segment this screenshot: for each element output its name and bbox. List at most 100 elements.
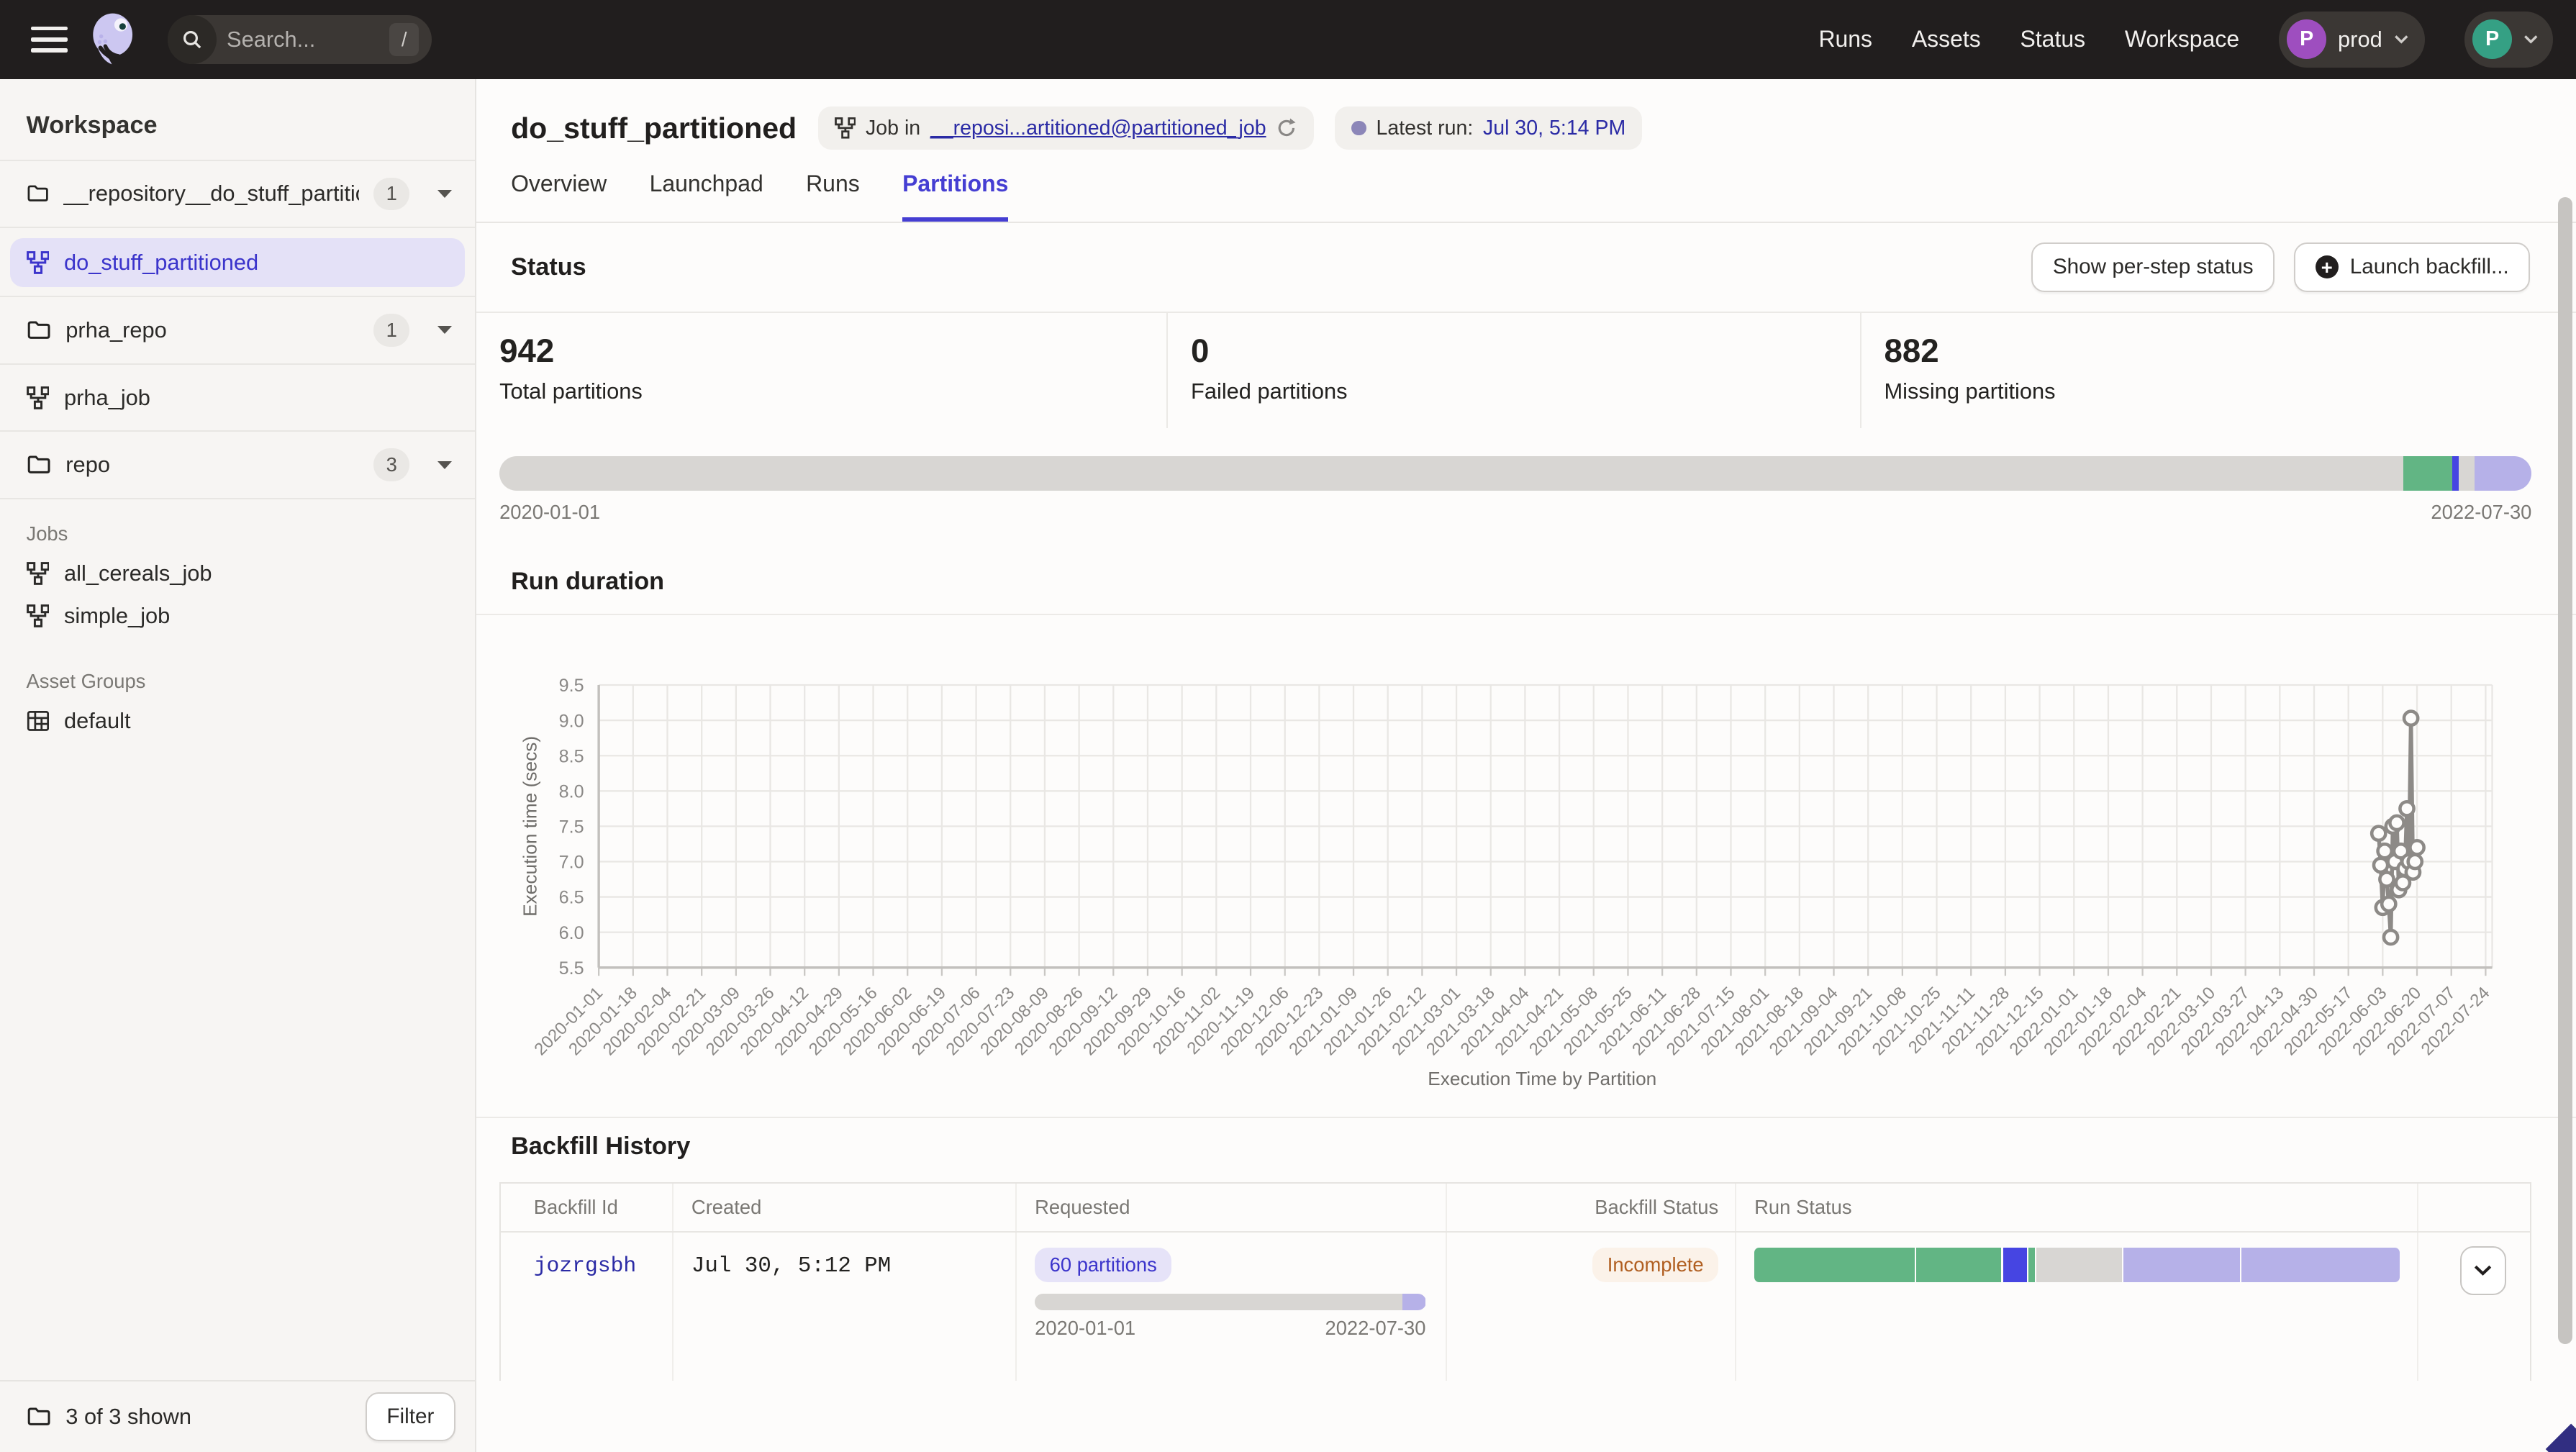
caret-down-icon[interactable]	[437, 461, 452, 469]
partition-range-start: 2020-01-01	[499, 501, 600, 524]
backfill-id-link[interactable]: jozrgsbh	[534, 1253, 636, 1278]
repo-count-badge: 3	[373, 448, 409, 481]
asset-group-name: default	[64, 708, 131, 734]
asset-groups-section-label: Asset Groups	[0, 637, 475, 700]
latest-run-time-link[interactable]: Jul 30, 5:14 PM	[1483, 117, 1625, 140]
backfill-history-heading: Backfill History	[511, 1133, 2576, 1161]
job-tabs: Overview Launchpad Runs Partitions	[476, 171, 2576, 222]
svg-text:6.0: 6.0	[559, 923, 584, 943]
main-content: do_stuff_partitioned Job in __reposi...a…	[476, 79, 2576, 1452]
status-header-row: Status Show per-step status +Launch back…	[499, 242, 2530, 291]
caret-down-icon[interactable]	[437, 326, 452, 334]
sidebar-item-prha-job[interactable]: prha_job	[0, 363, 475, 431]
job-name: simple_job	[64, 603, 170, 629]
partition-stats: 942 Total partitions 0 Failed partitions…	[476, 312, 2576, 428]
job-icon	[27, 562, 50, 585]
page-scrollbar[interactable]	[2558, 197, 2573, 1344]
repo-name: prha_repo	[65, 317, 166, 343]
col-backfill-status: Backfill Status	[1447, 1184, 1736, 1231]
search-input[interactable]	[227, 27, 368, 53]
backfill-status-badge: Incomplete	[1592, 1248, 1718, 1282]
table-row: jozrgsbh Jul 30, 5:12 PM 60 partitions 2…	[501, 1233, 2530, 1380]
chevron-down-icon	[2474, 1265, 2492, 1276]
svg-text:7.0: 7.0	[559, 853, 584, 873]
requested-partitions-badge[interactable]: 60 partitions	[1035, 1248, 1171, 1282]
partition-status-bar[interactable]	[499, 456, 2531, 491]
tab-overview[interactable]: Overview	[511, 171, 607, 221]
sidebar-item-repo[interactable]: repo 3	[0, 430, 475, 498]
nav-workspace[interactable]: Workspace	[2125, 26, 2239, 53]
folder-icon	[27, 318, 51, 342]
svg-text:Execution time (secs): Execution time (secs)	[519, 736, 540, 917]
col-requested: Requested	[1017, 1184, 1447, 1231]
sidebar-item-repository[interactable]: __repository__do_stuff_partitio... 1	[0, 160, 475, 227]
col-run-status: Run Status	[1736, 1184, 2418, 1231]
backfill-history-table: Backfill Id Created Requested Backfill S…	[499, 1182, 2531, 1381]
svg-text:8.0: 8.0	[559, 782, 584, 802]
deployment-name: prod	[2338, 27, 2382, 53]
repo-count-badge: 1	[373, 178, 409, 211]
chevron-down-icon	[2523, 35, 2539, 45]
stat-missing-partitions: 882 Missing partitions	[1860, 313, 2576, 428]
sidebar-item-do-stuff-partitioned[interactable]: do_stuff_partitioned	[10, 238, 466, 287]
nav-runs[interactable]: Runs	[1818, 26, 1872, 53]
page-title: do_stuff_partitioned	[511, 112, 797, 145]
sidebar-footer: 3 of 3 shown Filter	[0, 1380, 475, 1452]
global-search[interactable]: /	[168, 15, 432, 64]
folder-icon	[27, 1405, 51, 1429]
run-status-bar[interactable]	[1754, 1248, 2400, 1282]
stat-value: 0	[1191, 332, 1860, 370]
col-actions	[2418, 1184, 2531, 1231]
job-icon	[27, 604, 50, 627]
svg-text:5.5: 5.5	[559, 958, 584, 979]
stat-total-partitions: 942 Total partitions	[476, 313, 1166, 428]
tab-partitions[interactable]: Partitions	[902, 171, 1008, 221]
expand-row-button[interactable]	[2460, 1246, 2506, 1295]
requested-range-end: 2022-07-30	[1325, 1317, 1425, 1340]
sidebar-item-default-asset-group[interactable]: default	[0, 700, 475, 743]
stat-value: 882	[1885, 332, 2576, 370]
stat-label: Missing partitions	[1885, 378, 2576, 404]
repo-name: repo	[65, 452, 110, 478]
chevron-down-icon	[2394, 35, 2409, 45]
search-icon	[168, 15, 217, 64]
tab-launchpad[interactable]: Launchpad	[650, 171, 763, 221]
sidebar-item-all-cereals-job[interactable]: all_cereals_job	[0, 552, 475, 594]
sidebar-item-prha-repo[interactable]: prha_repo 1	[0, 296, 475, 363]
latest-run-label: Latest run:	[1377, 117, 1474, 140]
svg-text:6.5: 6.5	[559, 888, 584, 908]
nav-assets[interactable]: Assets	[1912, 26, 1981, 53]
user-menu[interactable]: P	[2464, 12, 2553, 68]
menu-icon[interactable]	[31, 27, 67, 53]
deployment-switcher[interactable]: P prod	[2279, 12, 2425, 68]
dagster-logo-icon[interactable]	[86, 10, 142, 69]
filter-button[interactable]: Filter	[366, 1392, 455, 1441]
svg-text:9.5: 9.5	[559, 676, 584, 696]
caret-down-icon[interactable]	[437, 190, 452, 198]
job-name: prha_job	[64, 385, 150, 411]
refresh-icon[interactable]	[1276, 117, 1297, 139]
requested-progress-bar	[1035, 1294, 1425, 1310]
job-origin-link[interactable]: __reposi...artitioned@partitioned_job	[930, 117, 1266, 140]
job-origin-tag: Job in __reposi...artitioned@partitioned…	[818, 106, 1314, 149]
job-icon	[27, 251, 50, 274]
nav-status[interactable]: Status	[2020, 26, 2085, 53]
status-heading: Status	[511, 253, 586, 281]
sidebar-item-simple-job[interactable]: simple_job	[0, 594, 475, 637]
section-divider	[476, 1117, 2576, 1118]
stat-failed-partitions: 0 Failed partitions	[1166, 313, 1860, 428]
top-nav-links: Runs Assets Status Workspace P prod P	[1818, 12, 2553, 68]
deployment-avatar: P	[2287, 19, 2326, 59]
workspace-sidebar: Workspace __repository__do_stuff_partiti…	[0, 79, 476, 1452]
plus-circle-icon: +	[2316, 255, 2339, 278]
repo-name: __repository__do_stuff_partitio...	[63, 181, 358, 207]
stat-value: 942	[499, 332, 1166, 370]
user-avatar: P	[2472, 19, 2512, 59]
launch-backfill-button[interactable]: +Launch backfill...	[2294, 242, 2530, 291]
show-per-step-status-button[interactable]: Show per-step status	[2031, 242, 2275, 291]
svg-text:7.5: 7.5	[559, 817, 584, 838]
partition-status-bar-section: 2020-01-01 2022-07-30	[499, 456, 2531, 524]
partition-range-end: 2022-07-30	[2431, 501, 2531, 524]
job-name: all_cereals_job	[64, 561, 212, 586]
tab-runs[interactable]: Runs	[806, 171, 860, 221]
